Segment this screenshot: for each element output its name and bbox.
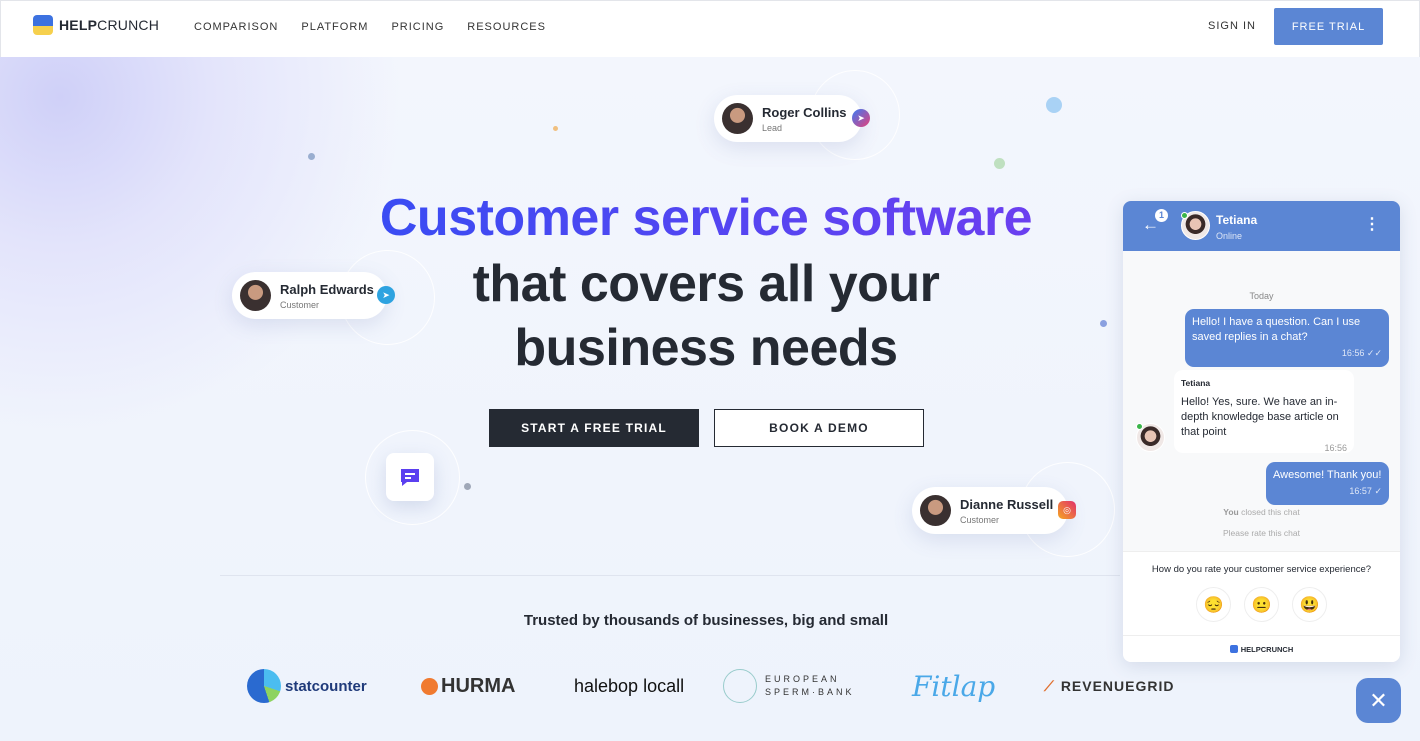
decor-dot <box>994 158 1005 169</box>
decor-dot <box>553 126 558 131</box>
logo-icon <box>33 15 53 35</box>
nav-comparison[interactable]: COMPARISON <box>194 21 278 33</box>
logo-fitlap: Fitlap <box>912 669 996 703</box>
book-demo-button[interactable]: BOOK A DEMO <box>714 409 924 447</box>
rating-panel: How do you rate your customer service ex… <box>1123 551 1400 662</box>
helpcrunch-icon <box>1229 645 1238 653</box>
message-incoming: Tetiana Hello! Yes, sure. We have an in-… <box>1174 370 1354 453</box>
chat-app-icon <box>386 453 434 501</box>
date-separator: Today <box>1249 291 1274 301</box>
top-nav: HELPCRUNCH COMPARISON PLATFORM PRICING R… <box>0 0 1420 57</box>
read-ticks-icon: ✓✓ <box>1366 348 1382 358</box>
logo-hurma: HURMA <box>421 668 515 704</box>
chat-header: ← 1 Tetiana Online ⋮ <box>1123 201 1400 251</box>
contact-card-dianne: Dianne Russell Customer ◎ <box>912 487 1076 534</box>
unread-badge: 1 <box>1155 209 1168 222</box>
close-icon: ✕ <box>1369 687 1388 713</box>
chat-closed-notice: You closed this chat <box>1223 507 1300 517</box>
telegram-icon: ➤ <box>377 286 395 304</box>
sign-in-link[interactable]: SIGN IN <box>1208 20 1256 32</box>
free-trial-button[interactable]: FREE TRIAL <box>1274 8 1383 45</box>
online-indicator <box>1136 423 1143 430</box>
logo-halebop: halebop locall <box>574 675 685 696</box>
logo-statcounter: statcounter <box>247 668 367 704</box>
messenger-icon: ➤ <box>852 109 870 127</box>
message-outgoing: Hello! I have a question. Can I use save… <box>1185 309 1389 367</box>
decor-dot <box>308 153 315 160</box>
more-options-icon[interactable]: ⋮ <box>1364 214 1380 234</box>
decor-dot <box>1046 97 1062 113</box>
rating-neutral-button[interactable]: 😐 <box>1244 587 1279 622</box>
divider <box>220 575 1120 576</box>
close-chat-button[interactable]: ✕ <box>1356 678 1401 723</box>
avatar <box>920 495 951 526</box>
rate-notice: Please rate this chat <box>1222 528 1300 538</box>
nav-resources[interactable]: RESOURCES <box>467 21 546 33</box>
instagram-icon: ◎ <box>1058 501 1076 519</box>
sent-tick-icon: ✓ <box>1374 486 1382 496</box>
rating-sad-button[interactable]: 😔 <box>1196 587 1231 622</box>
avatar <box>722 103 753 134</box>
logo-revenuegrid: ⟋ REVENUEGRID <box>1044 677 1175 695</box>
message-outgoing: Awesome! Thank you! 16:57 ✓ <box>1266 462 1389 505</box>
nav-pricing[interactable]: PRICING <box>391 21 444 33</box>
nav-platform[interactable]: PLATFORM <box>301 21 368 33</box>
powered-by[interactable]: HELPCRUNCH <box>1123 635 1400 662</box>
helpcrunch-logo[interactable]: HELPCRUNCH <box>33 15 159 35</box>
avatar <box>240 280 271 311</box>
start-free-trial-button[interactable]: START A FREE TRIAL <box>489 409 699 447</box>
chat-widget: ← 1 Tetiana Online ⋮ Today Hello! I have… <box>1123 201 1400 662</box>
contact-card-roger: Roger Collins Lead ➤ <box>714 95 870 142</box>
contact-card-ralph: Ralph Edwards Customer ➤ <box>232 272 395 319</box>
rating-happy-button[interactable]: 😃 <box>1292 587 1327 622</box>
logo-european-sperm-bank: EUROPEAN SPERM·BANK <box>723 668 855 704</box>
decor-dot <box>464 483 471 490</box>
online-indicator <box>1181 212 1188 219</box>
